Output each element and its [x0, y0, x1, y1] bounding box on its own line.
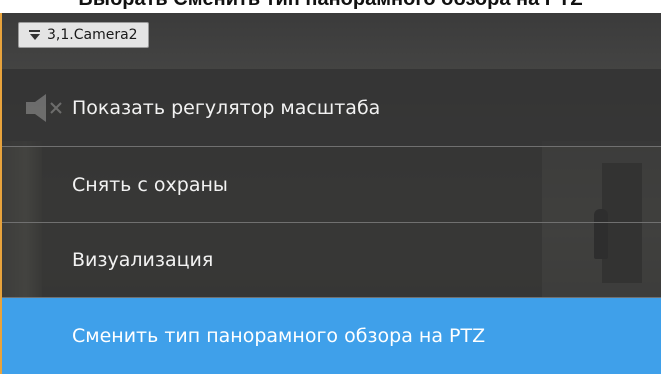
menu-item-visualization[interactable]: Визуализация: [2, 223, 661, 298]
menu-item-label: Показать регулятор масштаба: [72, 96, 381, 119]
document-heading: Выбрать Сменить тип панорамного обзора н…: [0, 0, 661, 11]
menu-item-disarm[interactable]: Снять с охраны: [2, 147, 661, 223]
menu-item-show-zoom-control[interactable]: Показать регулятор масштаба: [2, 69, 661, 147]
menu-item-label: Снять с охраны: [72, 173, 228, 196]
camera-title-label: 3,1.Camera2: [47, 27, 138, 43]
speaker-muted-icon: [26, 94, 62, 122]
menu-item-switch-to-ptz[interactable]: Сменить тип панорамного обзора на PTZ: [2, 298, 661, 374]
dropdown-caret-icon: [29, 29, 41, 41]
camera-tile[interactable]: 3,1.Camera2 Показать регулятор масштаба …: [0, 13, 661, 374]
camera-context-menu: Показать регулятор масштаба Снять с охра…: [2, 69, 661, 374]
screenshot-stage: Выбрать Сменить тип панорамного обзора н…: [0, 0, 661, 374]
camera-title-button[interactable]: 3,1.Camera2: [18, 22, 149, 48]
menu-item-label: Сменить тип панорамного обзора на PTZ: [72, 325, 486, 347]
menu-item-label: Визуализация: [72, 249, 214, 271]
